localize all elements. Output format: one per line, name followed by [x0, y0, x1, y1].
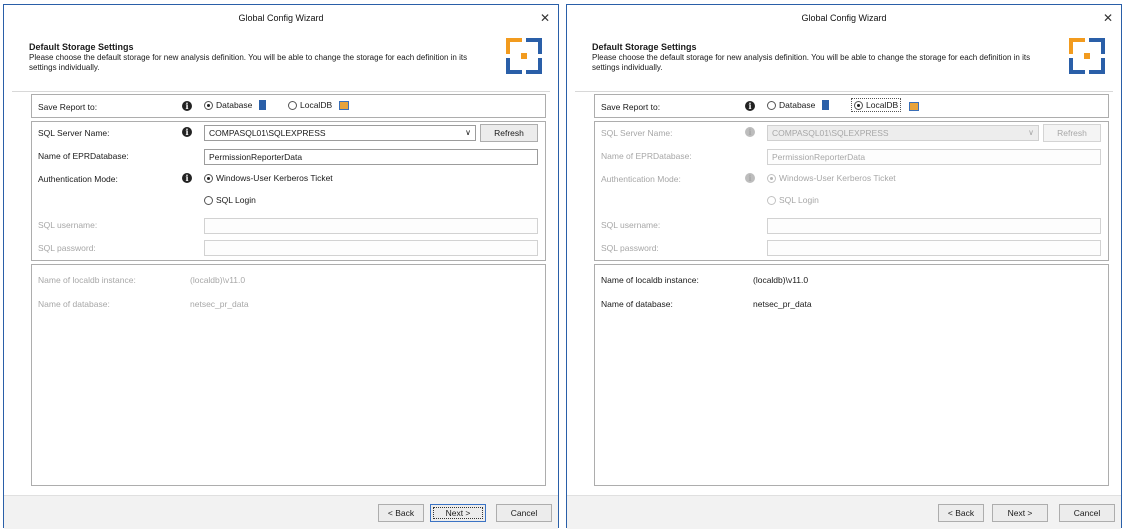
sql-username-label: SQL username: — [38, 220, 98, 230]
database-name-label: Name of database: — [601, 299, 673, 309]
sql-settings-panel: SQL Server Name: i COMPASQL01\SQLEXPRESS… — [31, 121, 546, 261]
wizard-logo-icon — [1069, 38, 1105, 74]
localdb-instance-label: Name of localdb instance: — [601, 275, 699, 285]
sql-username-label: SQL username: — [601, 220, 661, 230]
sql-server-value: COMPASQL01\SQLEXPRESS — [209, 128, 326, 138]
radio-dot — [288, 100, 297, 110]
header-description: Please choose the default storage for ne… — [592, 53, 1031, 72]
database-radio[interactable]: Database — [204, 100, 267, 110]
info-icon[interactable]: i — [182, 173, 192, 183]
window-title: Global Config Wizard — [801, 13, 887, 23]
localdb-instance-value: (localdb)\v11.0 — [753, 275, 809, 285]
localdb-instance-value: (localdb)\v11.0 — [190, 275, 246, 285]
localdb-radio[interactable]: LocalDB — [288, 100, 350, 110]
windows-auth-label: Windows-User Kerberos Ticket — [779, 173, 896, 183]
info-icon[interactable]: i — [182, 101, 192, 111]
close-icon[interactable]: ✕ — [540, 5, 550, 31]
epr-database-label: Name of EPRDatabase: — [38, 151, 129, 161]
sql-settings-panel: SQL Server Name: i COMPASQL01\SQLEXPRESS… — [594, 121, 1109, 261]
save-report-label: Save Report to: — [38, 102, 98, 112]
sql-server-select[interactable]: COMPASQL01\SQLEXPRESS ∨ — [767, 125, 1039, 141]
wizard-footer: < Back Next > Cancel — [567, 495, 1121, 529]
wizard-window-database: Global Config Wizard ✕ Default Storage S… — [3, 4, 559, 529]
database-radio-label: Database — [779, 100, 816, 110]
header-title: Default Storage Settings — [29, 42, 134, 52]
database-name-value: netsec_pr_data — [753, 299, 812, 309]
next-button[interactable]: Next > — [992, 504, 1048, 522]
localdb-radio-label: LocalDB — [300, 100, 333, 110]
epr-database-label: Name of EPRDatabase: — [601, 151, 692, 161]
sql-server-value: COMPASQL01\SQLEXPRESS — [772, 128, 889, 138]
save-report-panel: Save Report to: i Database LocalDB — [594, 94, 1109, 118]
sql-username-input[interactable] — [204, 218, 538, 234]
sql-server-label: SQL Server Name: — [38, 128, 110, 138]
windows-auth-label: Windows-User Kerberos Ticket — [216, 173, 333, 183]
epr-database-input[interactable]: PermissionReporterData — [767, 149, 1101, 165]
sql-login-label: SQL Login — [216, 195, 256, 205]
chevron-down-icon: ∨ — [1028, 128, 1034, 137]
sql-login-radio[interactable]: SQL Login — [767, 195, 819, 205]
back-button[interactable]: < Back — [938, 504, 984, 522]
sql-password-input[interactable] — [204, 240, 538, 256]
save-report-label: Save Report to: — [601, 102, 661, 112]
epr-database-input[interactable]: PermissionReporterData — [204, 149, 538, 165]
localdb-instance-label: Name of localdb instance: — [38, 275, 136, 285]
sql-login-radio[interactable]: SQL Login — [204, 195, 256, 205]
next-button[interactable]: Next > — [430, 504, 486, 522]
sql-login-label: SQL Login — [779, 195, 819, 205]
wizard-logo-icon — [506, 38, 542, 74]
refresh-button[interactable]: Refresh — [480, 124, 538, 142]
windows-auth-radio[interactable]: Windows-User Kerberos Ticket — [767, 173, 896, 183]
database-icon — [822, 100, 830, 110]
wizard-window-localdb: Global Config Wizard ✕ Default Storage S… — [566, 4, 1122, 529]
cancel-button[interactable]: Cancel — [496, 504, 552, 522]
chevron-down-icon: ∨ — [465, 128, 471, 137]
radio-dot — [204, 100, 213, 110]
database-radio-label: Database — [216, 100, 253, 110]
auth-mode-label: Authentication Mode: — [38, 174, 118, 184]
sql-server-select[interactable]: COMPASQL01\SQLEXPRESS ∨ — [204, 125, 476, 141]
localdb-radio[interactable]: LocalDB — [851, 98, 902, 112]
radio-dot — [767, 100, 776, 110]
info-icon[interactable]: i — [182, 127, 192, 137]
sql-password-label: SQL password: — [38, 243, 96, 253]
save-report-panel: Save Report to: i Database LocalDB — [31, 94, 546, 118]
windows-auth-radio[interactable]: Windows-User Kerberos Ticket — [204, 173, 333, 183]
sql-username-input[interactable] — [767, 218, 1101, 234]
info-icon[interactable]: i — [745, 127, 755, 137]
close-icon[interactable]: ✕ — [1103, 5, 1113, 31]
database-name-label: Name of database: — [38, 299, 110, 309]
header-divider — [575, 91, 1113, 92]
cancel-button[interactable]: Cancel — [1059, 504, 1115, 522]
radio-dot — [204, 195, 213, 205]
localdb-radio-label: LocalDB — [866, 100, 899, 110]
localdb-settings-panel: Name of localdb instance: (localdb)\v11.… — [31, 264, 546, 486]
localdb-icon — [339, 100, 350, 110]
radio-dot — [767, 195, 776, 205]
wizard-footer: < Back Next > Cancel — [4, 495, 558, 529]
header-divider — [12, 91, 550, 92]
info-icon[interactable]: i — [745, 101, 755, 111]
radio-dot — [767, 173, 776, 183]
radio-dot — [204, 173, 213, 183]
header-description: Please choose the default storage for ne… — [29, 53, 468, 72]
sql-password-input[interactable] — [767, 240, 1101, 256]
database-icon — [259, 100, 267, 110]
header-title: Default Storage Settings — [592, 42, 697, 52]
sql-server-label: SQL Server Name: — [601, 128, 673, 138]
database-radio[interactable]: Database — [767, 100, 830, 110]
database-name-value: netsec_pr_data — [190, 299, 249, 309]
localdb-icon — [909, 102, 919, 111]
back-button[interactable]: < Back — [378, 504, 424, 522]
info-icon[interactable]: i — [745, 173, 755, 183]
refresh-button[interactable]: Refresh — [1043, 124, 1101, 142]
radio-dot — [854, 100, 863, 110]
auth-mode-label: Authentication Mode: — [601, 174, 681, 184]
localdb-settings-panel: Name of localdb instance: (localdb)\v11.… — [594, 264, 1109, 486]
sql-password-label: SQL password: — [601, 243, 659, 253]
window-title: Global Config Wizard — [238, 13, 324, 23]
